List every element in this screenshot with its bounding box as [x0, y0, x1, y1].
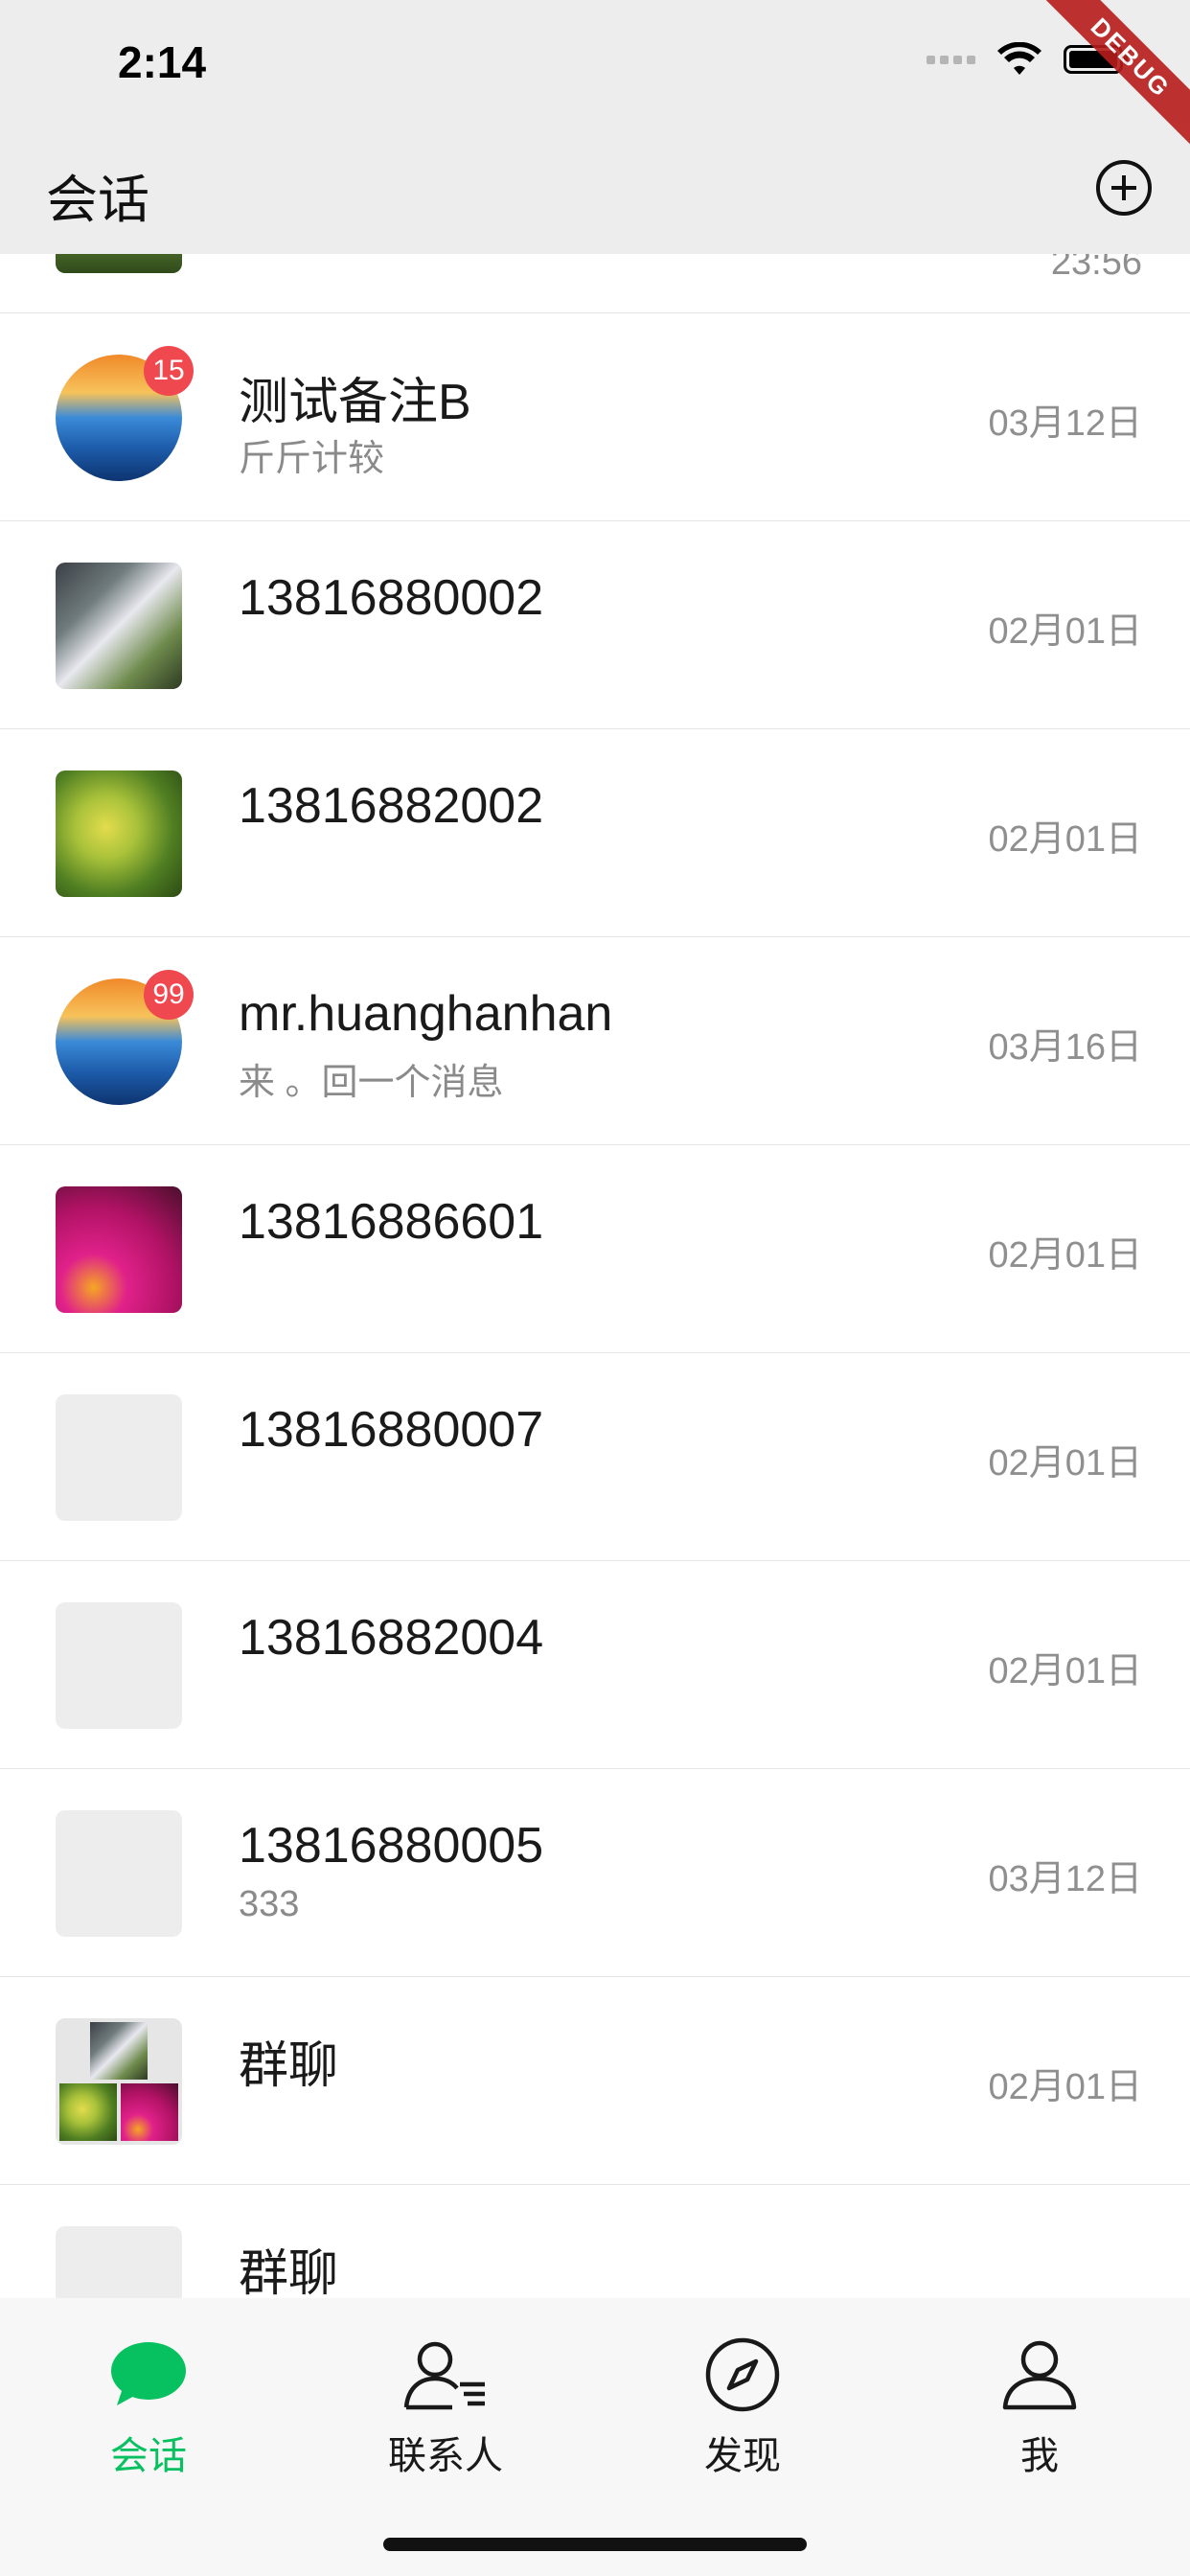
status-time: 2:14 — [118, 37, 207, 87]
avatar — [56, 1394, 182, 1521]
conversation-time: 02月01日 — [988, 1235, 1142, 1276]
conversation-preview: 444 — [239, 254, 299, 262]
conversation-time: 03月16日 — [988, 1027, 1142, 1068]
avatar — [56, 1602, 182, 1729]
header: 2:14 会话 — [0, 0, 1190, 254]
signal-icon — [927, 55, 975, 64]
compass-icon — [705, 2337, 780, 2412]
conversation-time: 02月01日 — [988, 2067, 1142, 2107]
conversation-name: 群聊 — [239, 2246, 339, 2298]
tab-contacts[interactable]: 联系人 — [350, 2336, 541, 2480]
tab-me[interactable]: 我 — [944, 2336, 1135, 2480]
avatar — [56, 2226, 182, 2298]
conversation-name: 群聊 — [239, 2038, 339, 2094]
conversation-name: 13816880007 — [239, 1402, 544, 1458]
page-title: 会话 — [46, 172, 149, 229]
conversation-preview: 斤斤计较 — [239, 439, 385, 479]
conversation-time: 23:56 — [1050, 254, 1142, 283]
conversation-name: 测试备注B — [239, 375, 471, 430]
chat-bubble-icon — [111, 2342, 186, 2405]
conversation-row[interactable]: 13816880005 333 03月12日 — [0, 1769, 1190, 1977]
conversation-row[interactable]: 群聊 02月01日 — [0, 1977, 1190, 2185]
avatar — [56, 563, 182, 689]
conversation-row[interactable]: 13816880007 02月01日 — [0, 1353, 1190, 1561]
add-icon[interactable] — [1096, 160, 1152, 216]
conversation-name: 13816886601 — [239, 1194, 544, 1250]
conversation-row[interactable]: 99 mr.huanghanhan 来 。回一个消息 03月16日 — [0, 937, 1190, 1145]
conversation-row[interactable]: 444 23:56 — [0, 254, 1190, 313]
wifi-icon — [997, 42, 1041, 75]
tab-chats[interactable]: 会话 — [53, 2336, 244, 2480]
person-icon — [1002, 2340, 1077, 2410]
conversation-name: 13816882002 — [239, 778, 544, 834]
avatar — [56, 1810, 182, 1937]
avatar — [56, 770, 182, 897]
conversation-time: 02月01日 — [988, 1651, 1142, 1691]
conversation-row[interactable]: 13816880002 02月01日 — [0, 521, 1190, 729]
tab-bar: 会话 联系人 发现 我 — [0, 2298, 1190, 2576]
conversation-row[interactable]: 13816886601 02月01日 — [0, 1145, 1190, 1353]
conversation-row[interactable]: 13816882004 02月01日 — [0, 1561, 1190, 1769]
tab-label: 我 — [1020, 2435, 1059, 2477]
unread-badge: 99 — [144, 970, 194, 1020]
conversation-time: 03月12日 — [988, 1859, 1142, 1899]
unread-badge: 15 — [144, 346, 194, 396]
conversation-time: 02月01日 — [988, 1443, 1142, 1484]
avatar — [56, 1186, 182, 1313]
home-indicator — [383, 2538, 807, 2551]
conversation-preview: 333 — [239, 1884, 300, 1924]
tab-label: 发现 — [704, 2435, 781, 2477]
conversation-time: 02月01日 — [988, 819, 1142, 860]
conversation-time: 02月01日 — [988, 611, 1142, 652]
conversation-row[interactable]: 13816882002 02月01日 — [0, 729, 1190, 937]
avatar — [56, 254, 182, 273]
avatar — [56, 2018, 182, 2145]
tab-label: 会话 — [110, 2435, 187, 2477]
conversation-name: mr.huanghanhan — [239, 986, 613, 1042]
conversation-list[interactable]: 444 23:56 15 测试备注B 斤斤计较 03月12日 13816880002 02月0… — [0, 254, 1190, 2298]
tab-label: 联系人 — [388, 2435, 503, 2477]
contacts-icon — [403, 2341, 485, 2410]
conversation-name: 13816880005 — [239, 1818, 544, 1874]
conversation-name: 13816880002 — [239, 570, 544, 626]
conversation-name: 13816882004 — [239, 1610, 544, 1666]
conversation-row[interactable]: 群聊 — [0, 2185, 1190, 2298]
conversation-preview: 来 。回一个消息 — [239, 1063, 504, 1103]
conversation-row[interactable]: 15 测试备注B 斤斤计较 03月12日 — [0, 313, 1190, 521]
conversation-time: 03月12日 — [988, 403, 1142, 444]
tab-discover[interactable]: 发现 — [647, 2336, 838, 2480]
